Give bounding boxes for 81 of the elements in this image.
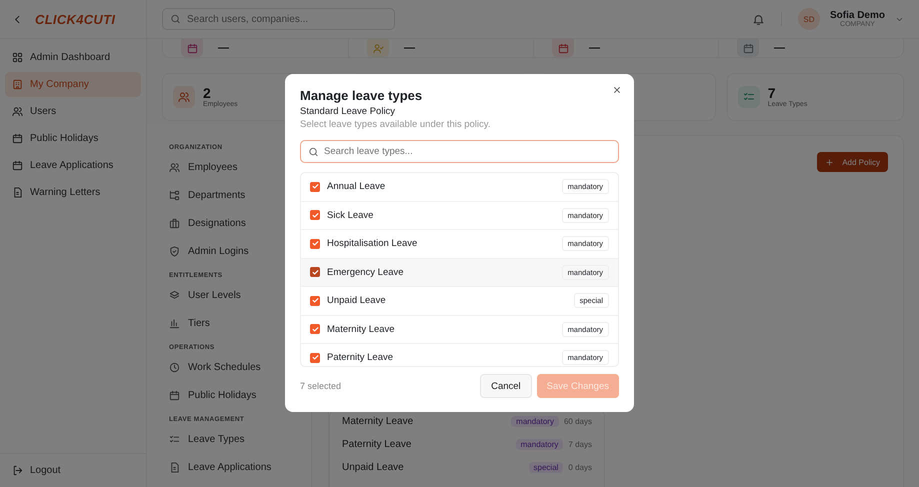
nav-item[interactable]: Work Schedules (169, 353, 304, 381)
dialog-subtitle: Standard Leave Policy (300, 106, 396, 117)
leave-tag: special (528, 462, 564, 473)
summary-value: — (589, 42, 600, 54)
leave-type-name: Hospitalisation Leave (327, 238, 418, 250)
users-icon (169, 162, 180, 172)
search-field[interactable]: Search users, companies... (162, 8, 395, 30)
users-icon (178, 91, 190, 103)
close-icon (612, 85, 622, 95)
calendar-icon (186, 42, 198, 54)
sitemap-icon (169, 190, 180, 200)
leave-type-name: Emergency Leave (327, 266, 405, 278)
user-check-icon (372, 42, 384, 54)
leave-days: 7 days (568, 440, 592, 449)
summary-value: — (218, 42, 229, 54)
nav-item[interactable]: Departments (169, 181, 304, 209)
logo: CLICK4CUTI (35, 12, 116, 26)
leave-type-name: Maternity Leave (327, 324, 396, 335)
leave-name: Maternity Leave (342, 416, 414, 427)
sidebar-item[interactable]: Leave Applications (5, 153, 141, 178)
leave-type-name: Annual Leave (327, 181, 386, 192)
logout-link[interactable]: Logout (0, 453, 146, 487)
leave-tag: mandatory (511, 416, 559, 427)
checklist-icon (169, 434, 180, 444)
summary-value: — (404, 42, 415, 54)
leave-type-name: Paternity Leave (327, 352, 394, 364)
user-name: Sofia Demo (830, 10, 885, 21)
bell-icon (752, 12, 765, 26)
bar-chart-icon (169, 318, 180, 328)
clock-icon (169, 362, 180, 372)
dialog-title: Manage leave types (300, 88, 424, 103)
checkbox[interactable] (310, 296, 320, 306)
leave-tag: mandatory (516, 439, 564, 450)
nav-item[interactable]: Admin Logins (169, 237, 304, 265)
search-field[interactable]: Search leave types... (300, 140, 619, 163)
nav-item[interactable]: User Levels (169, 281, 304, 309)
nav-item[interactable]: Leave Types (169, 425, 304, 453)
plus-icon (825, 158, 834, 166)
calendar-icon (169, 390, 180, 400)
stat-value: 7 (768, 86, 777, 101)
calendar-icon (12, 133, 23, 144)
user-avatar[interactable]: SD (798, 8, 820, 30)
leave-days: 0 days (568, 463, 592, 472)
logout-icon (12, 465, 23, 476)
checkbox[interactable] (310, 324, 320, 334)
document-icon (169, 462, 180, 472)
checkbox[interactable] (310, 352, 320, 363)
nav-item[interactable]: Designations (169, 209, 304, 237)
calendar-icon (558, 42, 568, 54)
leave-name: Unpaid Leave (342, 462, 405, 473)
nav-item[interactable]: Tiers (169, 309, 304, 337)
selected-count: 7 selected (300, 381, 342, 391)
grid-icon (12, 52, 23, 63)
checkbox[interactable] (310, 238, 320, 249)
leave-name: Paternity Leave (342, 439, 412, 450)
checkbox[interactable] (310, 267, 320, 278)
layers-icon (169, 290, 180, 300)
stat-value: 2 (203, 86, 211, 101)
sidebar-item[interactable]: My Company (5, 72, 141, 97)
checkbox[interactable] (310, 210, 320, 220)
calendar-icon (12, 160, 23, 171)
building-icon (12, 79, 23, 90)
checklist-icon (742, 91, 755, 103)
sidebar-item[interactable]: Public Holidays (5, 126, 141, 151)
users-icon (12, 106, 23, 117)
shield-check-icon (169, 246, 180, 256)
document-icon (12, 187, 23, 198)
sidebar-item[interactable]: Admin Dashboard (5, 45, 141, 70)
add-policy-button[interactable]: Add Policy (817, 152, 888, 172)
briefcase-icon (169, 218, 180, 228)
sidebar-item[interactable]: Warning Letters (5, 180, 141, 205)
leave-type-name: Sick Leave (327, 210, 374, 221)
leave-type-name: Unpaid Leave (327, 295, 387, 306)
dialog-description: Select leave types available under this policy. (300, 119, 492, 130)
calendar-icon (742, 42, 754, 54)
cancel-button[interactable]: Cancel (480, 374, 532, 398)
nav-item[interactable]: Leave Applications (169, 453, 304, 481)
sidebar-item[interactable]: Users (5, 99, 141, 124)
leave-days: 60 days (564, 417, 592, 426)
summary-value: — (774, 42, 785, 54)
checkbox[interactable] (310, 182, 320, 192)
